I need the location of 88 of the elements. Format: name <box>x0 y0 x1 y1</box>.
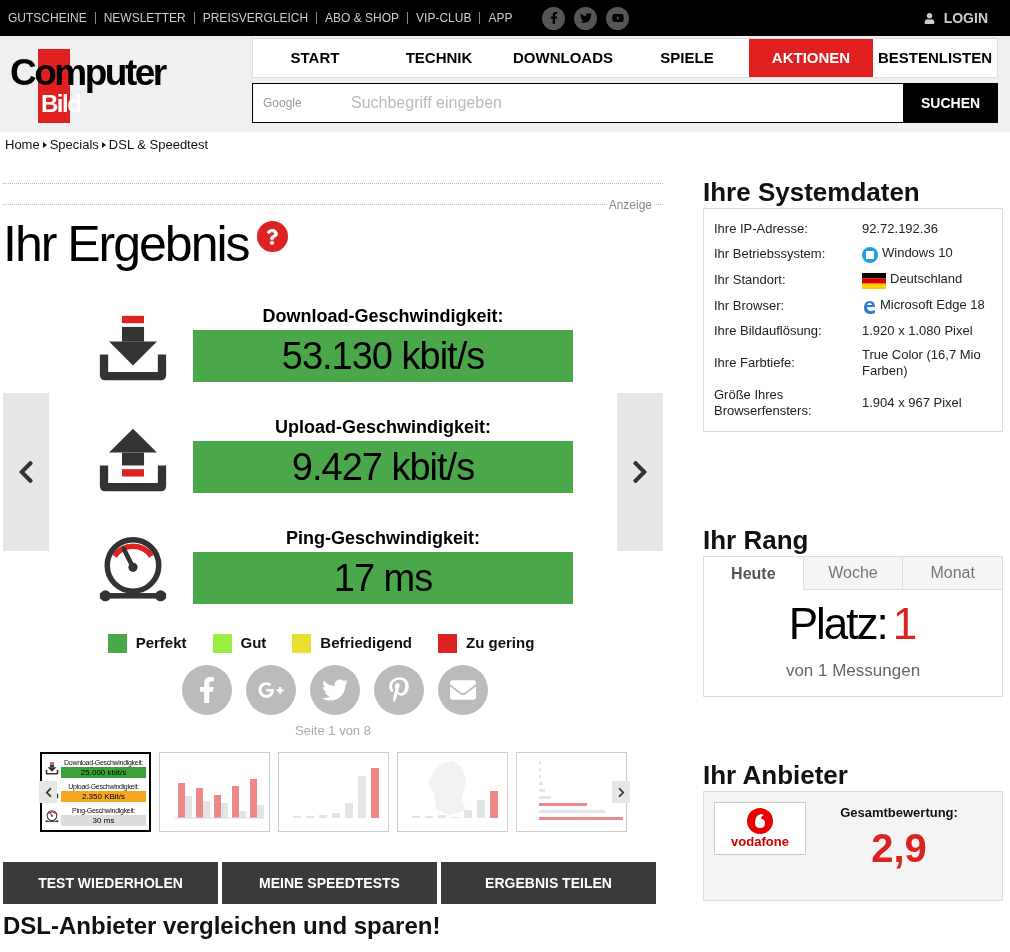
pagination-text: Seite 1 von 8 <box>295 721 371 740</box>
metric-value: 17 ms <box>193 552 573 605</box>
thumbnail-value: 25.000 kbit/s <box>61 766 146 778</box>
metric-value: 9.427 kbit/s <box>193 441 573 494</box>
metric-label: Download-Geschwindigkeit: <box>262 306 504 327</box>
google-plus-share-button[interactable] <box>246 664 296 715</box>
provider-heading: Ihr Anbieter <box>703 758 849 791</box>
action-button[interactable]: MEINE SPEEDTESTS <box>222 862 437 905</box>
system-value: 92.72.192.36 <box>862 221 938 237</box>
top-link[interactable]: NEWSLETTER <box>103 9 186 27</box>
twitter-share-button[interactable] <box>310 664 360 715</box>
top-link[interactable]: VIP-CLUB <box>416 9 472 27</box>
thumbnail-value: 2.350 KBit/s <box>61 790 146 802</box>
rating-label: Gesamtbewertung: <box>840 803 958 822</box>
pinterest-icon <box>386 676 412 703</box>
nav-tab[interactable]: DOWNLOADS <box>501 39 625 77</box>
system-value: 1.904 x 967 Pixel <box>862 395 962 411</box>
twitter-icon[interactable] <box>574 6 598 30</box>
download-icon <box>45 761 59 775</box>
system-label: Größe Ihres Browserfensters: <box>714 387 813 419</box>
nav-tab[interactable]: TECHNIK <box>377 39 501 77</box>
system-label: Ihre IP-Adresse: <box>714 221 809 237</box>
nav-tab[interactable]: AKTIONEN <box>749 39 873 77</box>
top-link[interactable]: APP <box>488 9 513 27</box>
search-field[interactable]: Google Suchbegriff eingeben SUCHEN <box>252 83 998 123</box>
nav-tab[interactable]: START <box>253 39 377 77</box>
rating-value: 2,9 <box>871 825 927 872</box>
edge-browser-icon <box>862 299 876 315</box>
nav-tab[interactable]: SPIELE <box>625 39 749 77</box>
system-value: Microsoft Edge 18 <box>880 297 985 313</box>
thumbnail-value: 30 ms <box>61 814 146 826</box>
section-heading: DSL-Anbieter vergleichen und sparen! <box>3 912 442 941</box>
rank-note: von 1 Messungen <box>785 660 921 682</box>
rank-value: 1 <box>892 598 918 650</box>
breadcrumb-link[interactable]: DSL & Speedtest <box>108 135 209 155</box>
action-button[interactable]: ERGEBNIS TEILEN <box>441 862 656 905</box>
germany-flag-icon <box>862 273 886 289</box>
provider-logo-text: vodafone <box>731 833 789 849</box>
chart-thumbnail[interactable] <box>397 752 508 833</box>
system-label: Ihr Browser: <box>714 298 786 314</box>
system-value: Windows 10 <box>882 245 953 261</box>
top-link[interactable]: PREISVERGLEICH <box>202 9 309 27</box>
system-label: Ihre Farbtiefe: <box>714 355 796 371</box>
rank-label: Platz: <box>788 598 887 650</box>
rank-heading: Ihr Rang <box>703 524 810 556</box>
chart-thumbnail[interactable] <box>278 752 389 833</box>
thumbnail-previous-button[interactable] <box>39 781 57 804</box>
pinterest-share-button[interactable] <box>374 664 424 715</box>
chart-thumbnail[interactable] <box>159 752 270 833</box>
top-link[interactable]: ABO & SHOP <box>325 9 400 27</box>
search-button[interactable]: SUCHEN <box>903 84 997 122</box>
system-label: Ihre Bildauflösung: <box>714 323 823 339</box>
metric-value: 53.130 kbit/s <box>193 330 573 383</box>
legend-label: Befriedigend <box>320 633 412 654</box>
facebook-share-button[interactable] <box>182 664 232 715</box>
help-icon[interactable] <box>256 221 288 252</box>
system-value: 1.920 x 1.080 Pixel <box>862 323 973 339</box>
user-icon <box>923 12 935 24</box>
rank-tab[interactable]: Monat <box>902 557 1002 590</box>
rank-tab[interactable]: Woche <box>802 557 903 590</box>
login-link[interactable]: LOGIN <box>923 7 988 29</box>
breadcrumb-link[interactable]: Home <box>5 135 40 155</box>
system-label: Ihr Betriebssystem: <box>714 246 827 262</box>
system-label: Ihr Standort: <box>714 272 787 288</box>
chart-thumbnail[interactable] <box>516 752 627 833</box>
gauge-icon <box>45 809 59 823</box>
legend-label: Zu gering <box>466 633 535 654</box>
legend-label: Gut <box>240 633 267 654</box>
email-share-button[interactable] <box>438 664 488 715</box>
nav-tab[interactable]: BESTENLISTEN <box>873 39 997 77</box>
system-value: Deutschland <box>890 271 963 287</box>
action-button[interactable]: TEST WIEDERHOLEN <box>3 862 218 905</box>
legend-label: Perfekt <box>135 633 187 654</box>
system-value: True Color (16,7 Mio Farben) <box>862 347 982 379</box>
top-link[interactable]: GUTSCHEINE <box>8 9 87 27</box>
breadcrumb-separator-icon <box>101 142 106 148</box>
metric-label: Upload-Geschwindigkeit: <box>275 417 491 438</box>
windows-icon <box>862 247 878 263</box>
system-heading: Ihre Systemdaten <box>703 176 921 208</box>
breadcrumb-link[interactable]: Specials <box>49 135 99 155</box>
speech-mark-icon <box>747 807 773 834</box>
result-heading: Ihr Ergebnis <box>3 217 249 271</box>
thumbnail-next-button[interactable] <box>612 781 630 804</box>
youtube-icon[interactable] <box>606 6 630 30</box>
metric-label: Ping-Geschwindigkeit: <box>286 528 480 549</box>
breadcrumb-separator-icon <box>42 142 47 148</box>
facebook-icon[interactable] <box>542 6 566 30</box>
search-provider-label: Google <box>263 95 303 112</box>
